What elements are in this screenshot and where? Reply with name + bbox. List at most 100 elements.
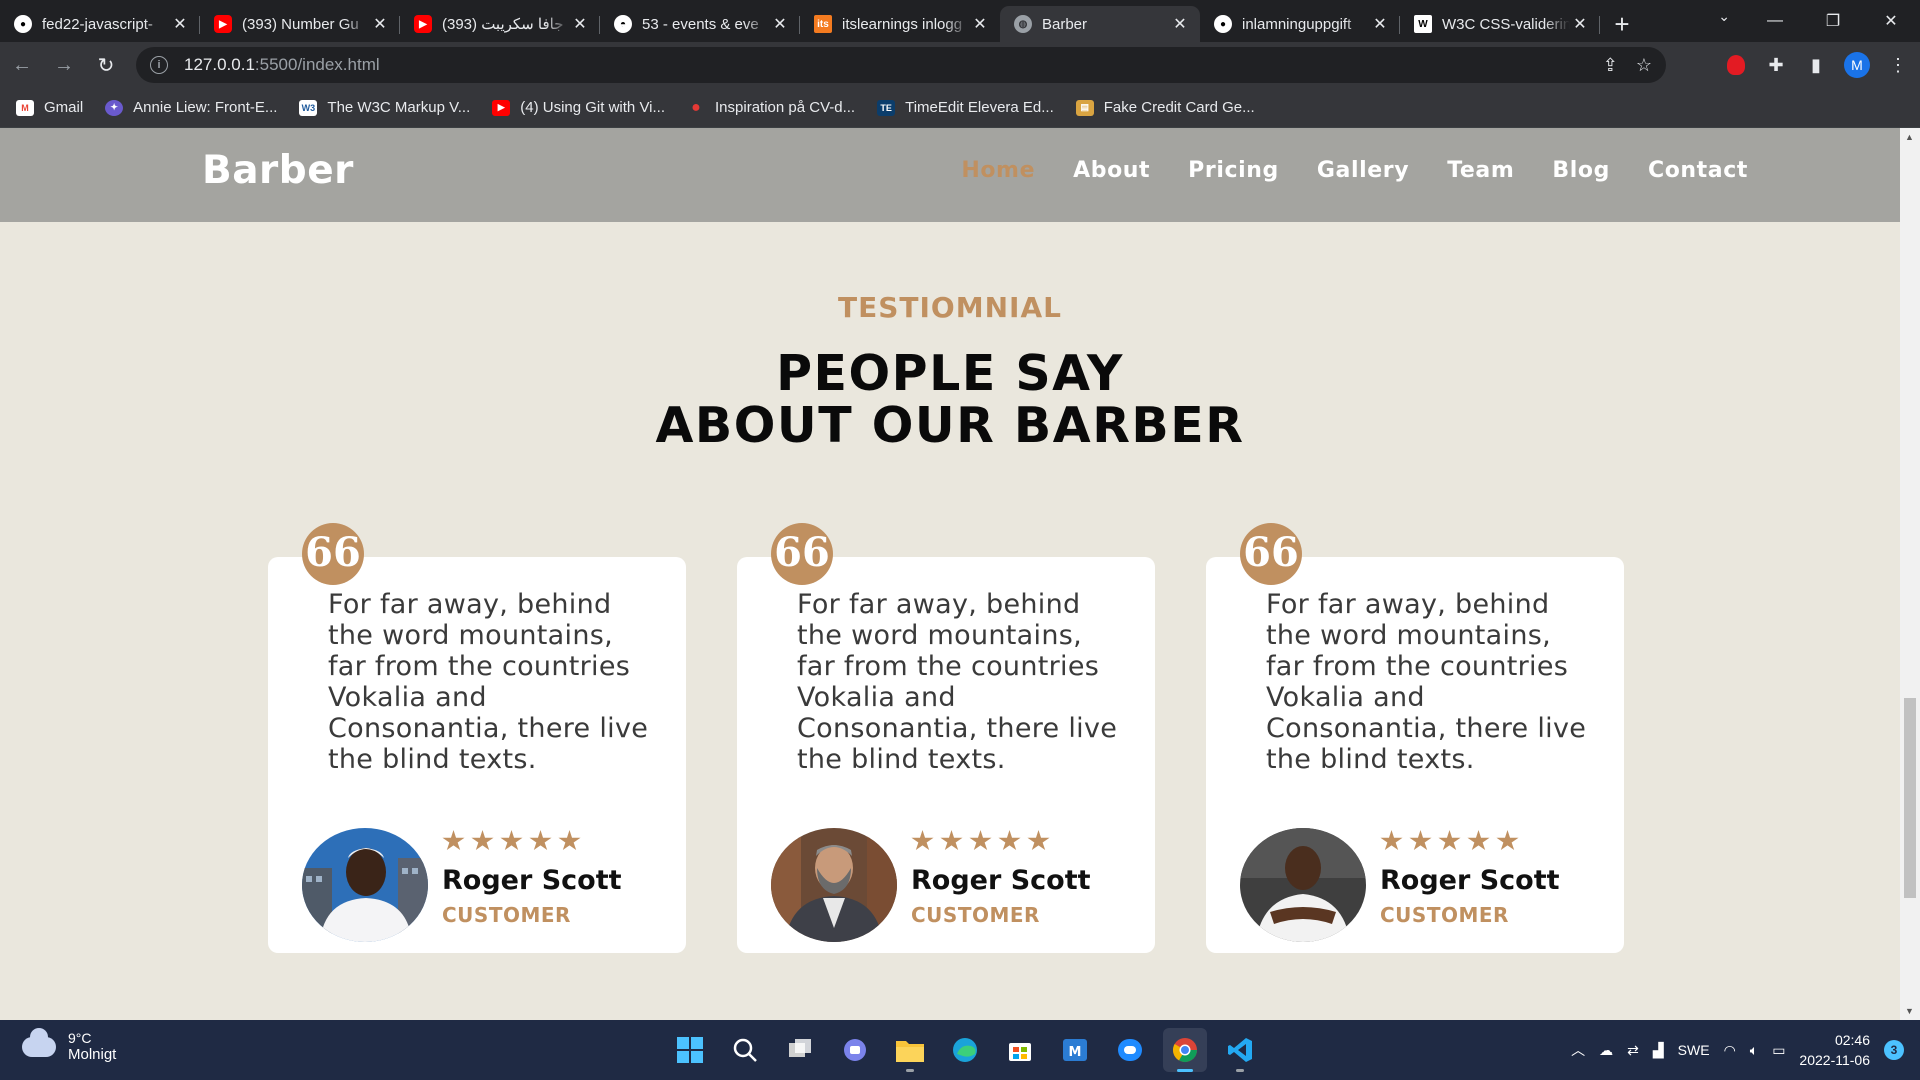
github-icon: ● [14,15,32,33]
close-tab-icon[interactable]: ✕ [1570,14,1590,34]
sync-icon[interactable]: ⇄ [1627,1042,1639,1059]
weather-condition: Molnigt [68,1046,117,1063]
cloud-icon [22,1027,56,1057]
chrome-icon[interactable] [1163,1028,1207,1072]
tab-title: (393) Number Gu [242,15,359,33]
language-indicator[interactable]: SWE [1678,1042,1710,1058]
browser-tab-active[interactable]: ◍ Barber ✕ [1000,6,1200,42]
messenger-icon[interactable] [1108,1028,1152,1072]
task-view-icon[interactable] [778,1028,822,1072]
nav-link-blog[interactable]: Blog [1552,158,1610,183]
page-viewport: Barber Home About Pricing Gallery Team B… [0,128,1900,1020]
volume-icon[interactable]: 🔈︎ [1750,1042,1758,1059]
browser-tab[interactable]: ◓ 53 - events & eve ✕ [600,6,800,42]
scroll-down-icon[interactable]: ▼ [1905,1006,1915,1016]
edge-icon[interactable] [943,1028,987,1072]
back-icon[interactable]: ← [2,45,42,85]
customer-name: Roger Scott [442,865,622,896]
tray-app-icon[interactable]: ▟ [1653,1042,1664,1059]
bookmark-item[interactable]: M Gmail [16,99,83,116]
browser-tab[interactable]: ▶ (393) Number Gu ✕ [200,6,400,42]
site-info-icon[interactable]: i [150,56,168,74]
star-icon [471,830,494,851]
browser-tab[interactable]: W W3C CSS-validerin ✕ [1400,6,1600,42]
bookmark-item[interactable]: ✦ Annie Liew: Front-E... [105,99,277,116]
chat-icon[interactable] [833,1028,877,1072]
heading-line: PEOPLE SAY [776,345,1124,402]
scroll-up-icon[interactable]: ▲ [1905,132,1915,142]
tab-title: fed22-javascript- [42,15,153,33]
side-panel-icon[interactable]: ▮ [1804,53,1828,77]
browser-tab[interactable]: its itslearnings inlogg ✕ [800,6,1000,42]
tab-search-icon[interactable]: ⌄ [1718,8,1730,25]
bookmark-item[interactable]: W3 The W3C Markup V... [299,99,470,116]
bookmark-item[interactable]: ▤ Fake Credit Card Ge... [1075,99,1255,116]
bookmark-star-icon[interactable]: ☆ [1636,55,1652,76]
tab-title: (393) جافا سكريبت [442,16,564,33]
browser-tab[interactable]: ▶ (393) جافا سكريبت ✕ [400,6,600,42]
close-tab-icon[interactable]: ✕ [370,14,390,34]
weather-widget[interactable]: 9°C Molnigt [22,1027,117,1063]
close-tab-icon[interactable]: ✕ [170,14,190,34]
reload-icon[interactable]: ↻ [86,45,126,85]
show-hidden-icons-icon[interactable]: ︿ [1571,1040,1585,1060]
rating-stars [1380,830,1519,852]
tab-title: inlamninguppgift [1242,15,1352,33]
bookmark-item[interactable]: ▶ (4) Using Git with Vi... [492,99,665,116]
file-explorer-icon[interactable] [888,1028,932,1072]
tab-title: 53 - events & eve [642,15,759,33]
star-icon [969,830,992,851]
bookmark-item[interactable]: ● Inspiration på CV-d... [687,98,855,117]
start-icon[interactable] [668,1028,712,1072]
customer-role: CUSTOMER [442,903,571,927]
restore-icon[interactable]: ❐ [1804,0,1862,42]
site-logo[interactable]: Barber [202,148,354,193]
wifi-icon[interactable]: ◠ [1724,1042,1736,1059]
extensions-puzzle-icon[interactable]: ✚ [1764,53,1788,77]
forward-icon[interactable]: → [44,45,84,85]
close-tab-icon[interactable]: ✕ [570,14,590,34]
itslearning-icon: its [814,15,832,33]
share-icon[interactable]: ⇪ [1603,55,1618,76]
star-icon [442,830,465,851]
vscode-icon[interactable] [1218,1028,1262,1072]
browser-tab[interactable]: ● fed22-javascript- ✕ [0,6,200,42]
onedrive-icon[interactable]: ☁ [1599,1042,1613,1059]
star-icon [1409,830,1432,851]
bookmark-item[interactable]: TE TimeEdit Elevera Ed... [877,99,1054,116]
section-eyebrow: TESTIOMNIAL [838,291,1062,324]
nav-link-team[interactable]: Team [1447,158,1514,183]
clock[interactable]: 02:46 2022-11-06 [1799,1030,1870,1070]
nav-link-gallery[interactable]: Gallery [1317,158,1409,183]
address-bar[interactable]: i 127.0.0.1:5500/index.html ⇪ ☆ [136,47,1666,83]
nav-link-about[interactable]: About [1073,158,1150,183]
store-icon[interactable] [998,1028,1042,1072]
pin-icon: ● [691,98,701,116]
nav-link-home[interactable]: Home [961,158,1035,183]
minimize-icon[interactable]: — [1746,0,1804,42]
menu-kebab-icon[interactable]: ⋮ [1886,53,1910,77]
close-tab-icon[interactable]: ✕ [1370,14,1390,34]
site-menu: Home About Pricing Gallery Team Blog Con… [961,158,1748,183]
search-icon[interactable] [723,1028,767,1072]
star-icon [911,830,934,851]
scrollbar-thumb[interactable] [1904,698,1916,898]
credit-card-icon: ▤ [1075,99,1094,116]
profile-avatar[interactable]: M [1844,52,1870,78]
battery-icon[interactable]: ▭ [1772,1042,1785,1059]
page-scrollbar[interactable]: ▲ ▼ [1900,128,1920,1020]
extension-adblock-icon[interactable] [1724,53,1748,77]
close-window-icon[interactable]: ✕ [1862,0,1920,42]
close-tab-icon[interactable]: ✕ [770,14,790,34]
mail-icon[interactable]: M [1053,1028,1097,1072]
new-tab-button[interactable]: + [1600,6,1644,42]
nav-link-pricing[interactable]: Pricing [1188,158,1279,183]
nav-link-contact[interactable]: Contact [1648,158,1748,183]
browser-tab-strip: ● fed22-javascript- ✕ ▶ (393) Number Gu … [0,0,1920,42]
heading-line: ABOUT OUR BARBER [655,397,1245,454]
notification-badge[interactable]: 3 [1884,1040,1904,1060]
close-tab-icon[interactable]: ✕ [1170,14,1190,34]
browser-tab[interactable]: ● inlamninguppgift ✕ [1200,6,1400,42]
bookmark-label: The W3C Markup V... [327,99,471,116]
close-tab-icon[interactable]: ✕ [970,14,990,34]
